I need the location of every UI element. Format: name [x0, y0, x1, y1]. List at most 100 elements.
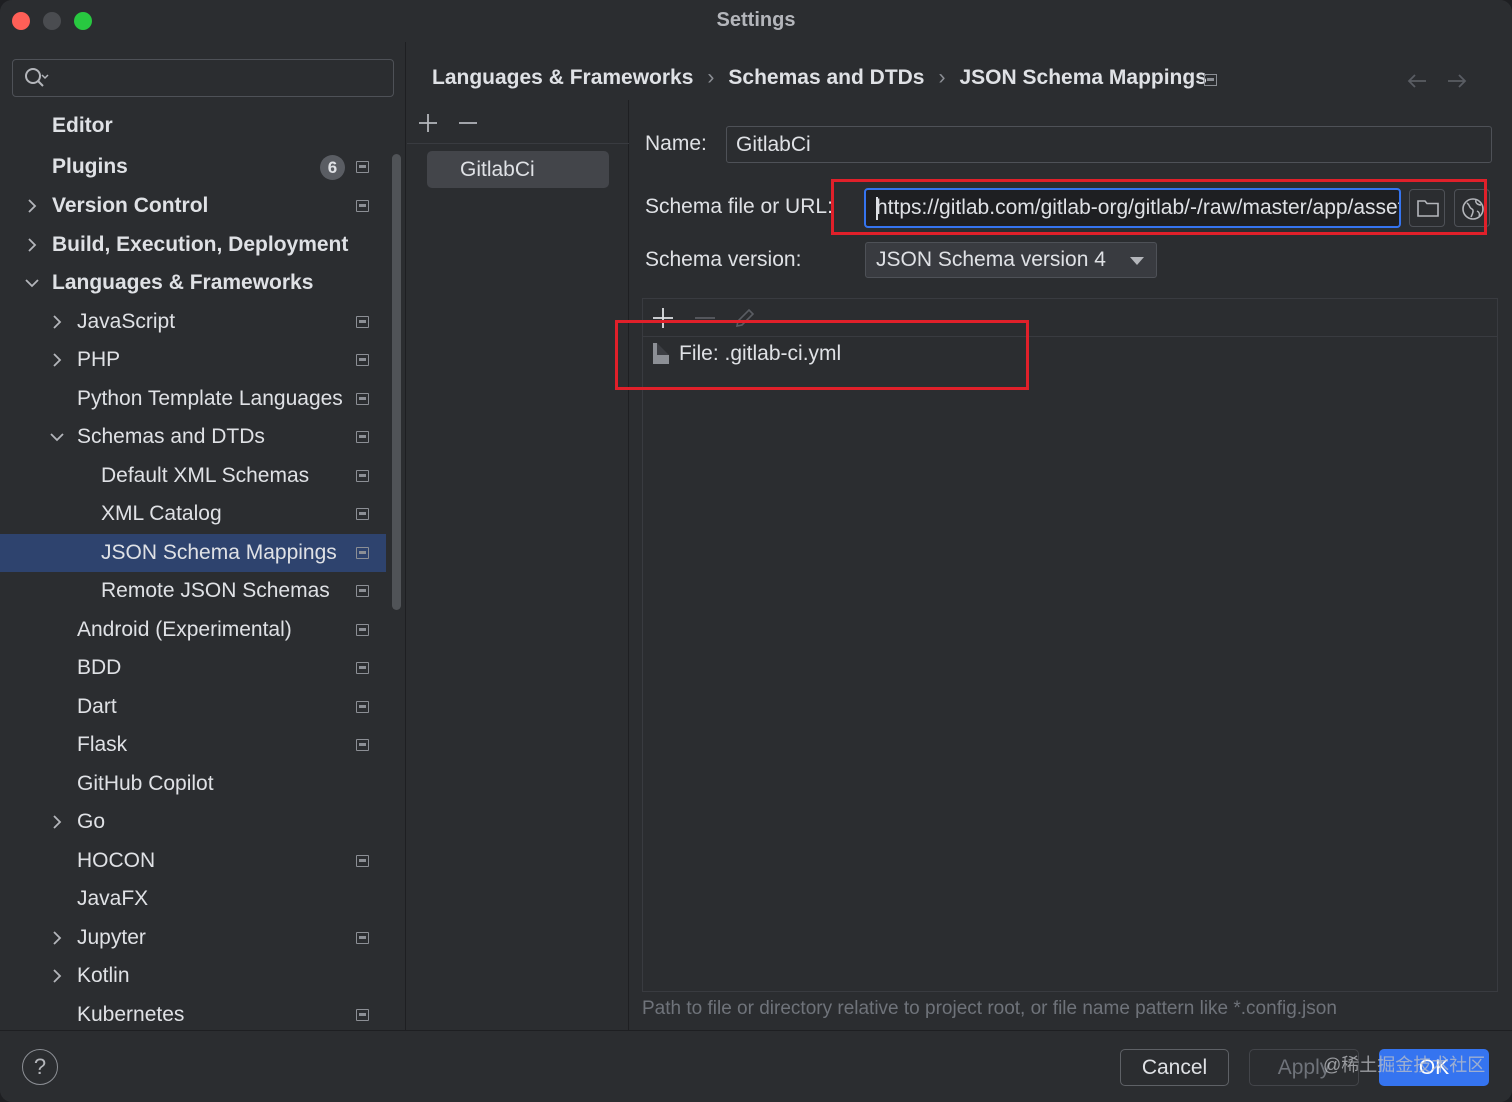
- sidebar-item-bdd[interactable]: BDD: [0, 649, 386, 687]
- project-settings-icon: [356, 662, 369, 674]
- sidebar-item-flask[interactable]: Flask: [0, 726, 386, 764]
- project-settings-icon: [356, 161, 369, 173]
- sidebar-item-languages-frameworks[interactable]: Languages & Frameworks: [0, 264, 386, 302]
- chevron-down-icon[interactable]: [22, 273, 42, 293]
- window-title: Settings: [716, 9, 796, 31]
- schema-version-label: Schema version:: [645, 248, 802, 271]
- name-label: Name:: [645, 132, 707, 155]
- add-icon[interactable]: [417, 112, 439, 134]
- sidebar-item-go[interactable]: Go: [0, 803, 386, 841]
- sidebar-item-github-copilot[interactable]: GitHub Copilot: [0, 765, 386, 803]
- schema-version-select[interactable]: JSON Schema version 4: [865, 242, 1157, 278]
- sidebar-item-php[interactable]: PHP: [0, 341, 386, 379]
- settings-window: Settings Editor Plugins 6 Version Contro…: [0, 0, 1512, 1102]
- project-settings-icon: [356, 200, 369, 212]
- sidebar-item-xml-catalog[interactable]: XML Catalog: [0, 495, 386, 533]
- sidebar-item-javafx[interactable]: JavaFX: [0, 880, 386, 918]
- plugins-update-badge: 6: [320, 155, 345, 180]
- project-settings-icon: [356, 354, 369, 366]
- project-settings-icon: [1204, 74, 1217, 86]
- sidebar-item-label: Kotlin: [77, 964, 130, 987]
- chevron-right-icon[interactable]: [47, 350, 67, 370]
- sidebar-item-label: JavaScript: [77, 310, 176, 333]
- sidebar-item-label: GitHub Copilot: [77, 772, 214, 795]
- sidebar-item-label: HOCON: [77, 849, 156, 872]
- sidebar-item-label: Languages & Frameworks: [52, 271, 314, 294]
- project-settings-icon: [356, 932, 369, 944]
- breadcrumb-item[interactable]: Schemas and DTDs: [728, 66, 924, 90]
- chevron-right-icon[interactable]: [47, 812, 67, 832]
- sidebar-item-dart[interactable]: Dart: [0, 688, 386, 726]
- search-icon: [25, 68, 49, 87]
- project-settings-icon: [356, 508, 369, 520]
- project-settings-icon: [356, 1009, 369, 1021]
- chevron-right-icon[interactable]: [47, 928, 67, 948]
- sidebar-item-javascript[interactable]: JavaScript: [0, 303, 386, 341]
- sidebar-item-label: Editor: [52, 114, 113, 137]
- sidebar-item-build-execution-deployment[interactable]: Build, Execution, Deployment: [0, 226, 386, 264]
- file-mappings-table: File: .gitlab-ci.yml: [642, 298, 1498, 992]
- settings-search-input[interactable]: [12, 59, 394, 97]
- sidebar-item-jupyter[interactable]: Jupyter: [0, 919, 386, 957]
- sidebar-item-label: Dart: [77, 695, 117, 718]
- project-settings-icon: [356, 739, 369, 751]
- breadcrumb-item[interactable]: Languages & Frameworks: [432, 66, 693, 90]
- sidebar-item-python-template-languages[interactable]: Python Template Languages: [0, 380, 386, 418]
- project-settings-icon: [356, 855, 369, 867]
- sidebar-item-label: Kubernetes: [77, 1003, 185, 1026]
- mapping-list-item[interactable]: GitlabCi: [427, 151, 609, 188]
- chevron-right-icon[interactable]: [47, 966, 67, 986]
- settings-sidebar: Editor Plugins 6 Version Control Build, …: [0, 42, 406, 1030]
- remove-icon[interactable]: [457, 112, 479, 134]
- sidebar-item-kubernetes[interactable]: Kubernetes: [0, 996, 386, 1034]
- sidebar-scrollbar[interactable]: [392, 154, 401, 610]
- title-bar: Settings: [0, 0, 1512, 42]
- mappings-list-toolbar: [407, 100, 629, 144]
- project-settings-icon: [356, 316, 369, 328]
- highlight-box-schema-url: [831, 179, 1487, 235]
- sidebar-item-default-xml-schemas[interactable]: Default XML Schemas: [0, 457, 386, 495]
- highlight-box-file-mapping: [615, 320, 1029, 390]
- sidebar-item-label: BDD: [77, 656, 122, 679]
- watermark: @稀土掘金技术社区: [1323, 1055, 1486, 1075]
- chevron-down-icon: [1130, 257, 1144, 265]
- sidebar-item-json-schema-mappings[interactable]: JSON Schema Mappings: [0, 534, 386, 572]
- sidebar-item-kotlin[interactable]: Kotlin: [0, 957, 386, 995]
- back-arrow-icon[interactable]: [1404, 68, 1430, 94]
- sidebar-item-hocon[interactable]: HOCON: [0, 842, 386, 880]
- project-settings-icon: [356, 431, 369, 443]
- sidebar-item-label: JSON Schema Mappings: [101, 541, 337, 564]
- schema-version-value: JSON Schema version 4: [876, 248, 1106, 271]
- chevron-right-icon[interactable]: [22, 235, 42, 255]
- sidebar-item-schemas-and-dtds[interactable]: Schemas and DTDs: [0, 418, 386, 456]
- chevron-down-icon[interactable]: [47, 427, 67, 447]
- sidebar-item-label: Android (Experimental): [77, 618, 292, 641]
- dialog-footer: ? Cancel Apply OK @稀土掘金技术社区: [0, 1030, 1512, 1102]
- sidebar-item-label: Plugins: [52, 155, 128, 178]
- cancel-button[interactable]: Cancel: [1120, 1049, 1229, 1086]
- project-settings-icon: [356, 547, 369, 559]
- breadcrumb-separator: ›: [707, 66, 715, 89]
- chevron-right-icon[interactable]: [22, 196, 42, 216]
- help-button[interactable]: ?: [22, 1049, 58, 1085]
- sidebar-item-label: Flask: [77, 733, 128, 756]
- sidebar-item-android-experimental[interactable]: Android (Experimental): [0, 611, 386, 649]
- sidebar-item-label: PHP: [77, 348, 121, 371]
- project-settings-icon: [356, 585, 369, 597]
- sidebar-item-editor[interactable]: Editor: [0, 107, 386, 145]
- sidebar-item-remote-json-schemas[interactable]: Remote JSON Schemas: [0, 572, 386, 610]
- sidebar-item-label: Build, Execution, Deployment: [52, 233, 349, 256]
- sidebar-item-version-control[interactable]: Version Control: [0, 187, 386, 225]
- sidebar-item-label: JavaFX: [77, 887, 149, 910]
- sidebar-item-label: Jupyter: [77, 926, 146, 949]
- forward-arrow-icon[interactable]: [1444, 68, 1470, 94]
- project-settings-icon: [356, 393, 369, 405]
- sidebar-item-label: Version Control: [52, 194, 209, 217]
- sidebar-item-label: Remote JSON Schemas: [101, 579, 330, 602]
- mapping-name-field[interactable]: GitlabCi: [726, 126, 1492, 163]
- project-settings-icon: [356, 624, 369, 636]
- sidebar-item-label: Schemas and DTDs: [77, 425, 265, 448]
- chevron-right-icon[interactable]: [47, 312, 67, 332]
- sidebar-item-label: Python Template Languages: [77, 387, 343, 410]
- sidebar-item-plugins[interactable]: Plugins 6: [0, 148, 386, 186]
